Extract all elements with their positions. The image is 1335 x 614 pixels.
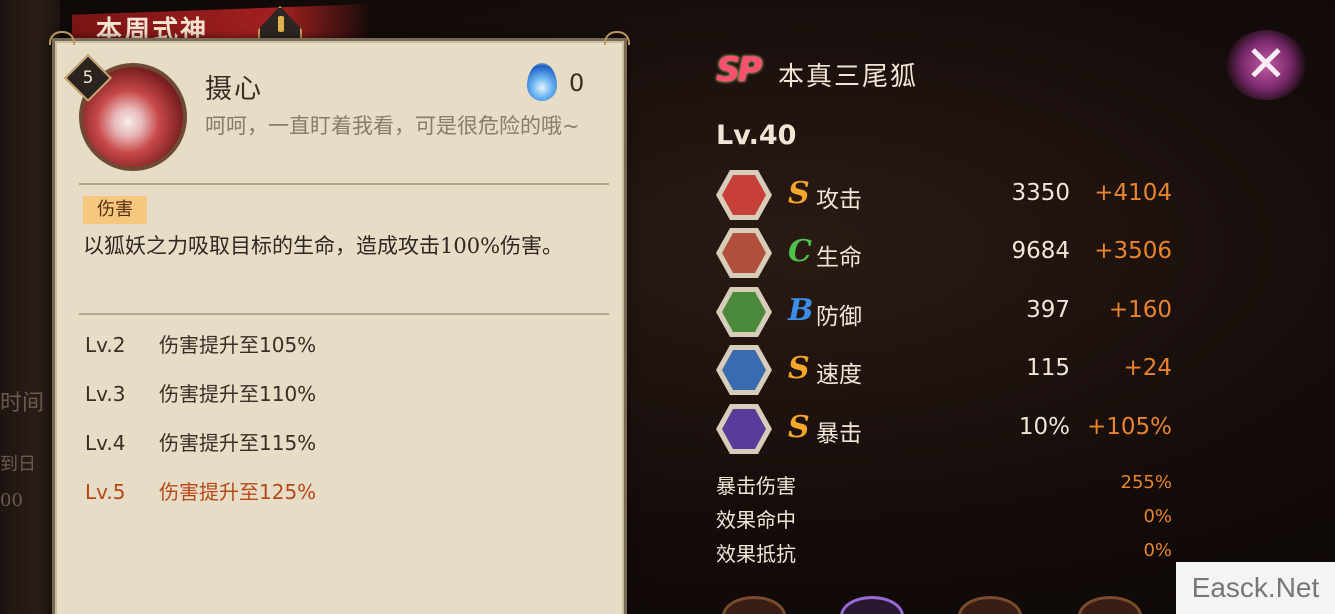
close-icon: ✕ xyxy=(1245,35,1287,93)
upgrade-text: 伤害提升至105% xyxy=(159,333,317,357)
background-left-panel xyxy=(0,0,60,614)
skill-type-tag: 伤害 xyxy=(83,196,147,224)
upgrade-level: Lv.4 xyxy=(85,431,126,455)
skill-name: 摄心 xyxy=(205,74,263,105)
stat-grade: S xyxy=(788,176,810,211)
speed-icon xyxy=(716,345,772,395)
stat-grade: S xyxy=(788,351,810,386)
stat-row-crit: S 暴击 10% +105% xyxy=(716,404,1176,456)
substat-value: 0% xyxy=(1143,540,1172,561)
close-button[interactable]: ✕ xyxy=(1226,30,1306,100)
defense-icon xyxy=(716,287,772,337)
stat-name: 攻击 xyxy=(816,187,862,213)
stat-row-speed: S 速度 115 +24 xyxy=(716,345,1176,397)
stat-base: 397 xyxy=(1026,297,1070,323)
attack-icon xyxy=(716,170,772,220)
divider xyxy=(79,313,609,315)
skill-card: 5 摄心 0 呵呵，一直盯着我看，可是很危险的哦~ 伤害 以狐妖之力吸取目标的生… xyxy=(49,31,630,614)
substat-value: 0% xyxy=(1143,506,1172,527)
stat-bonus: +105% xyxy=(1086,414,1172,440)
upgrade-row-current: Lv.5 伤害提升至125% xyxy=(85,476,316,505)
stat-name: 生命 xyxy=(816,245,862,271)
substat-name: 暴击伤害 xyxy=(716,474,796,498)
corner-ornament-icon xyxy=(604,31,630,45)
stat-base: 115 xyxy=(1026,355,1070,381)
shikigami-name: 本真三尾狐 xyxy=(778,62,919,92)
bottom-tab-icon[interactable] xyxy=(1078,596,1142,614)
upgrade-level: Lv.3 xyxy=(85,382,126,406)
stat-bonus: +3506 xyxy=(1094,238,1172,264)
stat-row-defense: B 防御 397 +160 xyxy=(716,287,1176,339)
skill-quote: 呵呵，一直盯着我看，可是很危险的哦~ xyxy=(205,114,580,138)
upgrade-row: Lv.2 伤害提升至105% xyxy=(85,329,316,358)
crit-icon xyxy=(716,404,772,454)
health-icon xyxy=(716,228,772,278)
stat-bonus: +24 xyxy=(1123,355,1172,381)
stat-bonus: +160 xyxy=(1108,297,1172,323)
stat-grade: S xyxy=(788,410,810,445)
substat-row: 效果命中 0% xyxy=(716,504,1174,534)
upgrade-level: Lv.5 xyxy=(85,480,126,504)
background-fragment: 到日 xyxy=(0,454,36,475)
stat-name: 速度 xyxy=(816,362,862,388)
upgrade-level: Lv.2 xyxy=(85,333,126,357)
upgrade-text: 伤害提升至115% xyxy=(159,431,317,455)
stat-row-attack: S 攻击 3350 +4104 xyxy=(716,170,1176,222)
bottom-tab-icon[interactable] xyxy=(958,596,1022,614)
skill-level: 5 xyxy=(82,68,94,88)
stat-bonus: +4104 xyxy=(1094,180,1172,206)
stat-base: 10% xyxy=(1018,414,1070,440)
skill-cost: 0 xyxy=(569,69,585,97)
stat-name: 暴击 xyxy=(816,421,862,447)
background-fragment: 00 xyxy=(0,490,23,511)
bottom-tab-icon-active[interactable] xyxy=(840,596,904,614)
stat-base: 3350 xyxy=(1011,180,1070,206)
corner-ornament-icon xyxy=(49,31,75,45)
substat-row: 暴击伤害 255% xyxy=(716,470,1174,500)
blue-flame-icon xyxy=(527,63,557,101)
banner-title: 本周式神 xyxy=(96,16,209,40)
background-fragment: 时间 xyxy=(0,391,45,416)
stat-name: 防御 xyxy=(816,304,862,330)
stat-grade: C xyxy=(788,234,812,269)
stat-row-health: C 生命 9684 +3506 xyxy=(716,228,1176,280)
substat-name: 效果抵抗 xyxy=(716,542,796,566)
watermark: Easck.Net xyxy=(1176,562,1335,614)
rarity-badge: SP xyxy=(716,50,762,90)
upgrade-row: Lv.4 伤害提升至115% xyxy=(85,427,316,456)
skill-description: 以狐妖之力吸取目标的生命，造成攻击100%伤害。 xyxy=(83,234,564,258)
stat-grade: B xyxy=(788,293,814,328)
substat-name: 效果命中 xyxy=(716,508,796,532)
stat-base: 9684 xyxy=(1011,238,1070,264)
bottom-tab-icon[interactable] xyxy=(722,596,786,614)
upgrade-text: 伤害提升至125% xyxy=(159,480,317,504)
upgrade-row: Lv.3 伤害提升至110% xyxy=(85,378,316,407)
substat-value: 255% xyxy=(1120,472,1172,493)
upgrade-text: 伤害提升至110% xyxy=(159,382,317,406)
substat-row: 效果抵抗 0% xyxy=(716,538,1174,568)
divider xyxy=(79,183,609,185)
shikigami-level: Lv.40 xyxy=(716,120,797,151)
